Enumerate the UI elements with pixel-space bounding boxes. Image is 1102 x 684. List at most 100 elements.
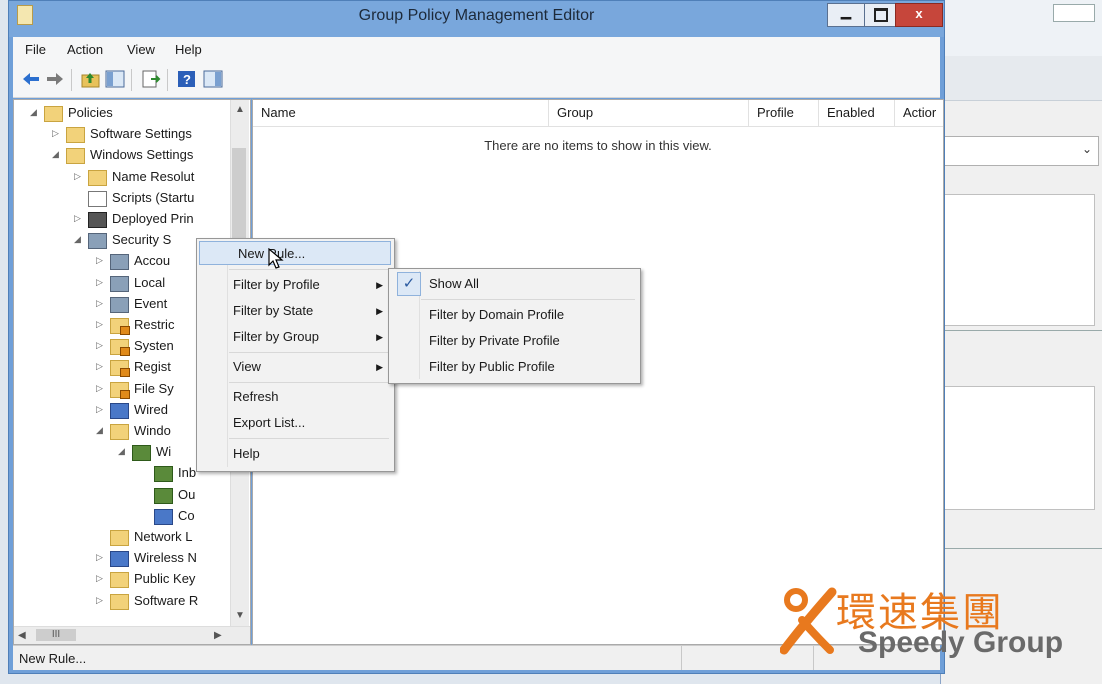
show-action-pane-icon[interactable] xyxy=(203,70,223,88)
menu-item-label: Help xyxy=(233,446,260,461)
menu-item-show-all[interactable]: ✓ Show All xyxy=(391,272,637,296)
toolbar: ? xyxy=(13,63,940,98)
menu-item-filter-by-group[interactable]: Filter by Group ▶ xyxy=(199,325,391,349)
tree-node-label: Public Key xyxy=(134,571,196,587)
tree-expander-icon[interactable]: ▷ xyxy=(96,255,106,266)
tree-expander-icon[interactable]: ◢ xyxy=(30,107,40,118)
column-header-profile[interactable]: Profile xyxy=(749,100,819,126)
tree-expander-icon[interactable]: ▷ xyxy=(52,128,62,139)
scripts-icon xyxy=(88,190,107,207)
toolbar-separator xyxy=(71,69,72,91)
close-button[interactable]: x xyxy=(895,3,943,27)
menu-item-label: Show All xyxy=(429,276,479,291)
toolbar-separator xyxy=(131,69,132,91)
scroll-right-icon[interactable]: ▶ xyxy=(214,630,222,641)
scroll-up-icon[interactable]: ▲ xyxy=(235,104,245,115)
tree-node-label: Windo xyxy=(134,423,171,438)
folder-icon xyxy=(110,424,129,440)
menu-item-help[interactable]: Help xyxy=(199,442,391,466)
status-text: New Rule... xyxy=(19,651,87,666)
tree-expander-icon[interactable]: ▷ xyxy=(96,319,106,330)
up-folder-icon[interactable] xyxy=(81,70,101,88)
menu-item-filter-domain-profile[interactable]: Filter by Domain Profile xyxy=(391,303,637,327)
help-icon[interactable]: ? xyxy=(177,70,197,88)
folder-icon xyxy=(110,530,129,546)
background-window-controls[interactable] xyxy=(1053,4,1095,22)
tree-expander-icon[interactable]: ▷ xyxy=(96,595,106,606)
tree-expander-icon[interactable]: ▷ xyxy=(96,361,106,372)
tree-horizontal-scrollbar[interactable]: ◀ III ▶ xyxy=(14,626,250,644)
tree-node-label: Accou xyxy=(134,253,171,269)
menu-action[interactable]: Action xyxy=(67,42,103,57)
tree-node-label: Security S xyxy=(112,232,172,248)
tree-expander-icon[interactable]: ▷ xyxy=(96,277,106,288)
column-header-name[interactable]: Name xyxy=(253,100,549,126)
forward-arrow-icon[interactable] xyxy=(45,70,65,88)
tree-expander-icon[interactable]: ◢ xyxy=(96,425,106,436)
watermark: 環速集團 Speedy Group xyxy=(780,580,1100,684)
back-arrow-icon[interactable] xyxy=(21,70,41,88)
tree-expander-icon[interactable]: ▷ xyxy=(96,404,106,415)
chevron-down-icon: ⌄ xyxy=(1081,142,1092,156)
security-settings-icon xyxy=(88,233,107,250)
list-header: Name Group Profile Enabled Actior xyxy=(253,100,943,127)
context-menu: New Rule... Filter by Profile ▶ Filter by… xyxy=(196,238,395,472)
menu-help[interactable]: Help xyxy=(175,42,202,57)
window-title: Group Policy Management Editor xyxy=(358,7,595,24)
tree-vertical-scroll-thumb[interactable] xyxy=(232,148,246,238)
submenu-arrow-icon: ▶ xyxy=(376,362,383,372)
menu-item-label: Filter by State xyxy=(233,303,314,318)
tree-horizontal-scroll-thumb[interactable]: III xyxy=(36,629,76,641)
locked-folder-icon xyxy=(110,381,130,399)
tree-node-label: Software R xyxy=(134,592,199,608)
menu-item-label: View xyxy=(233,359,261,374)
submenu-arrow-icon: ▶ xyxy=(376,280,383,290)
firewall-icon xyxy=(132,445,151,462)
svg-text:?: ? xyxy=(183,72,191,87)
menu-file[interactable]: File xyxy=(25,42,46,57)
menu-separator xyxy=(229,438,389,439)
column-header-group[interactable]: Group xyxy=(549,100,749,126)
menu-separator xyxy=(229,352,389,353)
tree-expander-icon[interactable]: ▷ xyxy=(96,573,106,584)
menu-item-new-rule[interactable]: New Rule... xyxy=(199,241,391,265)
tree-expander-icon[interactable]: ▷ xyxy=(74,213,84,224)
maximize-button[interactable] xyxy=(864,3,896,27)
tree-node-label: Regist xyxy=(134,359,171,375)
menu-item-refresh[interactable]: Refresh xyxy=(199,385,391,409)
tree-expander-icon[interactable]: ▷ xyxy=(96,298,106,309)
menu-item-filter-by-profile[interactable]: Filter by Profile ▶ xyxy=(199,273,391,297)
menu-separator xyxy=(421,299,635,300)
tree-expander-icon[interactable]: ◢ xyxy=(52,149,62,160)
tree-expander-icon[interactable]: ▷ xyxy=(96,552,106,563)
show-hide-tree-icon[interactable] xyxy=(105,70,125,88)
tree-node-label: Wireless N xyxy=(134,550,197,566)
export-list-icon[interactable] xyxy=(141,70,161,88)
tree-expander-icon[interactable]: ▷ xyxy=(96,383,106,394)
menu-item-filter-by-state[interactable]: Filter by State ▶ xyxy=(199,299,391,323)
menu-item-label: Export List... xyxy=(233,415,306,430)
submenu-arrow-icon: ▶ xyxy=(376,332,383,342)
divider xyxy=(941,330,1102,331)
tree-expander-icon[interactable]: ▷ xyxy=(74,171,84,182)
connection-security-icon xyxy=(154,508,173,525)
menu-bar: File Action View Help xyxy=(13,37,940,63)
menu-item-filter-private-profile[interactable]: Filter by Private Profile xyxy=(391,329,637,353)
tree-expander-icon[interactable]: ◢ xyxy=(118,446,128,457)
tree-node-label: Windows Settings xyxy=(90,147,194,163)
tree-expander-icon[interactable]: ◢ xyxy=(74,234,84,245)
menu-item-view[interactable]: View ▶ xyxy=(199,355,391,379)
scroll-down-icon[interactable]: ▼ xyxy=(235,610,245,621)
minimize-button[interactable]: ▁ xyxy=(827,3,865,27)
tree-expander-icon[interactable]: ▷ xyxy=(96,340,106,351)
wireless-icon xyxy=(110,551,129,568)
column-header-enabled[interactable]: Enabled xyxy=(819,100,895,126)
menu-view[interactable]: View xyxy=(127,42,155,57)
menu-item-filter-public-profile[interactable]: Filter by Public Profile xyxy=(391,355,637,379)
background-dropdown[interactable]: ⌄ xyxy=(941,136,1099,166)
title-bar[interactable]: Group Policy Management Editor ▁ x xyxy=(9,1,944,37)
column-header-action[interactable]: Actior xyxy=(895,100,943,126)
menu-item-export-list[interactable]: Export List... xyxy=(199,411,391,435)
scroll-left-icon[interactable]: ◀ xyxy=(18,630,26,641)
tree-node-label: Scripts (Startu xyxy=(112,189,195,205)
